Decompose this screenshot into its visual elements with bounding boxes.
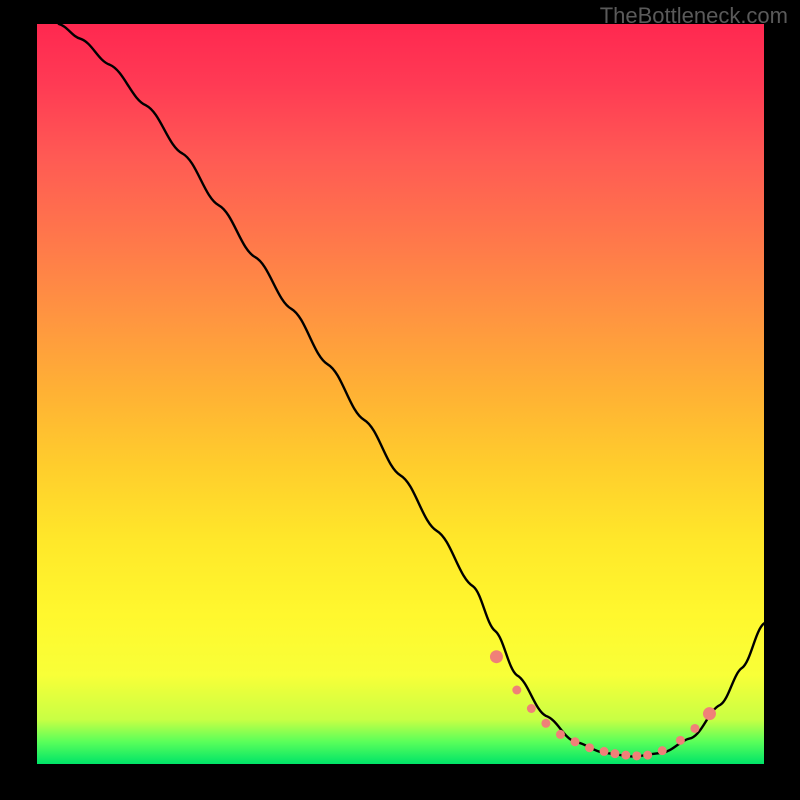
marker-dot [527, 704, 536, 713]
marker-dot [703, 707, 716, 720]
marker-dot [512, 686, 521, 695]
marker-dot [676, 736, 685, 745]
marker-group [490, 650, 716, 760]
marker-dot [600, 747, 609, 756]
marker-dot [658, 746, 667, 755]
marker-dot [610, 749, 619, 758]
curve-path [59, 24, 764, 757]
marker-dot [541, 719, 550, 728]
marker-dot [632, 751, 641, 760]
watermark-text: TheBottleneck.com [600, 3, 788, 29]
plot-area [37, 24, 764, 764]
marker-dot [570, 737, 579, 746]
marker-dot [490, 650, 503, 663]
marker-dot [556, 730, 565, 739]
marker-dot [690, 724, 699, 733]
marker-dot [621, 751, 630, 760]
chart-svg [37, 24, 764, 764]
marker-dot [643, 751, 652, 760]
marker-dot [585, 743, 594, 752]
